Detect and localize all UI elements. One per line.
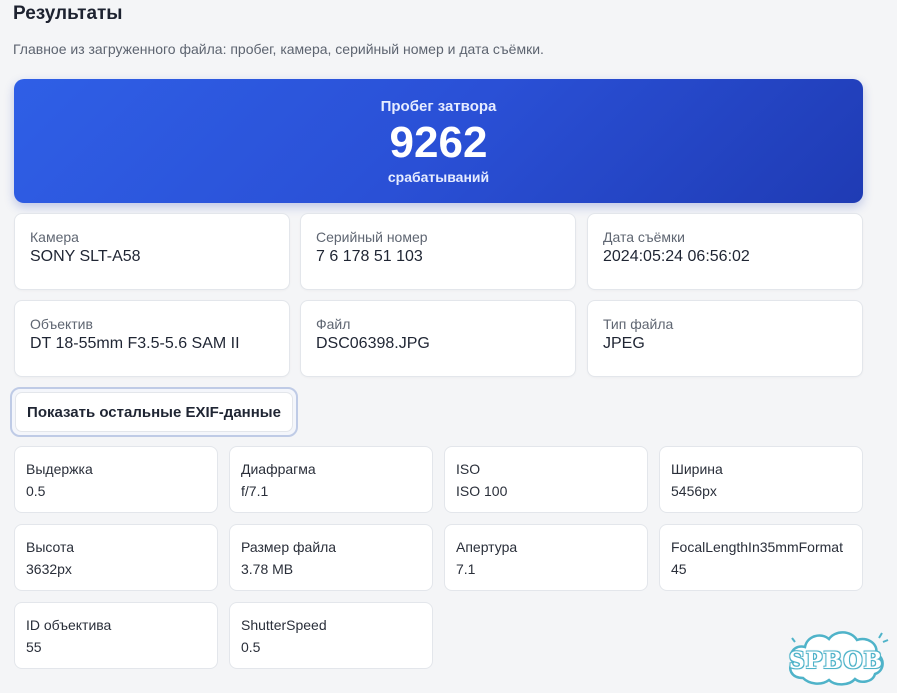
info-card-label: Дата съёмки (603, 229, 685, 245)
exif-card-width: Ширина 5456px (659, 446, 863, 513)
watermark-text: SPBOB (788, 648, 884, 674)
exif-card-value: 5456px (671, 483, 717, 499)
exif-card-value: 55 (26, 639, 42, 655)
shutter-count-label: Пробег затвора (380, 98, 497, 115)
info-card-lens: Объектив DT 18-55mm F3.5-5.6 SAM II (14, 300, 290, 377)
exif-card-aperture: Апертура 7.1 (444, 524, 648, 591)
exif-card-fnumber: Диафрагма f/7.1 (229, 446, 433, 513)
exif-card-value: 45 (671, 561, 687, 577)
show-exif-button[interactable]: Показать остальные EXIF-данные (10, 387, 298, 437)
info-card-serial: Серийный номер 7 6 178 51 103 (300, 213, 576, 290)
info-card-label: Объектив (30, 316, 93, 332)
shutter-count-banner: Пробег затвора 9262 срабатываний (14, 79, 863, 203)
watermark-logo: SPBOB (781, 624, 891, 688)
exif-card-value: 7.1 (456, 561, 476, 577)
page-subtitle: Главное из загруженного файла: пробег, к… (13, 41, 544, 57)
exif-card-label: ShutterSpeed (241, 617, 327, 633)
info-card-label: Тип файла (603, 316, 674, 332)
exif-card-label: ID объектива (26, 617, 112, 633)
info-card-date: Дата съёмки 2024:05:24 06:56:02 (587, 213, 863, 290)
info-card-value: DSC06398.JPG (316, 335, 430, 352)
exif-card-label: Апертура (456, 539, 518, 555)
exif-card-label: Ширина (671, 461, 723, 477)
page-title: Результаты (13, 3, 123, 24)
shutter-count-value: 9262 (389, 118, 488, 167)
exif-card-value: 3.78 MB (241, 561, 294, 577)
exif-card-height: Высота 3632px (14, 524, 218, 591)
exif-card-value: 0.5 (26, 483, 46, 499)
info-card-value: JPEG (603, 335, 645, 352)
info-card-label: Файл (316, 316, 351, 332)
exif-card-shutter-speed: ShutterSpeed 0.5 (229, 602, 433, 669)
info-card-value: SONY SLT-A58 (30, 248, 141, 265)
exif-card-label: Размер файла (241, 539, 337, 555)
exif-card-label: Высота (26, 539, 75, 555)
info-card-camera: Камера SONY SLT-A58 (14, 213, 290, 290)
exif-card-lens-id: ID объектива 55 (14, 602, 218, 669)
exif-card-file-size: Размер файла 3.78 MB (229, 524, 433, 591)
info-card-file: Файл DSC06398.JPG (300, 300, 576, 377)
exif-card-label: Диафрагма (241, 461, 316, 477)
shutter-count-unit: срабатываний (387, 169, 490, 185)
show-exif-button-label: Показать остальные EXIF-данные (15, 392, 293, 432)
exif-card-value: 0.5 (241, 639, 261, 655)
exif-card-focal-35mm: FocalLengthIn35mmFormat 45 (659, 524, 863, 591)
info-card-value: 7 6 178 51 103 (316, 248, 423, 265)
exif-card-label: Выдержка (26, 461, 93, 477)
info-card-value: DT 18-55mm F3.5-5.6 SAM II (30, 335, 240, 352)
exif-card-value: ISO 100 (456, 483, 508, 499)
info-card-label: Серийный номер (316, 229, 428, 245)
exif-card-exposure: Выдержка 0.5 (14, 446, 218, 513)
exif-card-value: f/7.1 (241, 483, 269, 499)
info-card-value: 2024:05:24 06:56:02 (603, 248, 750, 265)
exif-card-value: 3632px (26, 561, 72, 577)
info-card-label: Камера (30, 229, 79, 245)
exif-card-label: FocalLengthIn35mmFormat (671, 539, 843, 555)
exif-card-label: ISO (456, 461, 481, 477)
info-card-file-type: Тип файла JPEG (587, 300, 863, 377)
exif-card-iso: ISO ISO 100 (444, 446, 648, 513)
